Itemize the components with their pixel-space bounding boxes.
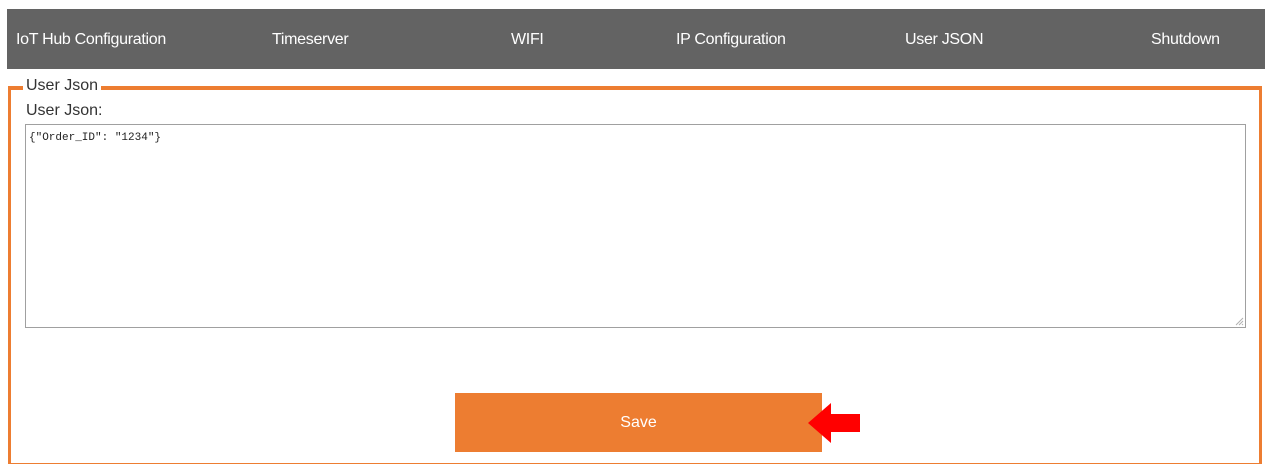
nav-item-user-json[interactable]: User JSON <box>905 9 984 69</box>
nav-item-timeserver[interactable]: Timeserver <box>272 9 349 69</box>
red-arrow-left-icon <box>808 403 860 443</box>
nav-item-ip-configuration[interactable]: IP Configuration <box>676 9 786 69</box>
user-json-textarea[interactable]: {"Order_ID": "1234"} <box>25 124 1246 328</box>
fieldset-legend: User Json <box>23 76 102 96</box>
nav-item-shutdown[interactable]: Shutdown <box>1151 9 1220 69</box>
nav-item-iot-hub-configuration[interactable]: IoT Hub Configuration <box>16 9 166 69</box>
page: IoT Hub Configuration Timeserver WIFI IP… <box>0 0 1265 464</box>
top-navbar: IoT Hub Configuration Timeserver WIFI IP… <box>7 9 1265 69</box>
user-json-label: User Json: <box>26 102 103 119</box>
save-button[interactable]: Save <box>455 393 822 452</box>
nav-item-wifi[interactable]: WIFI <box>511 9 544 69</box>
